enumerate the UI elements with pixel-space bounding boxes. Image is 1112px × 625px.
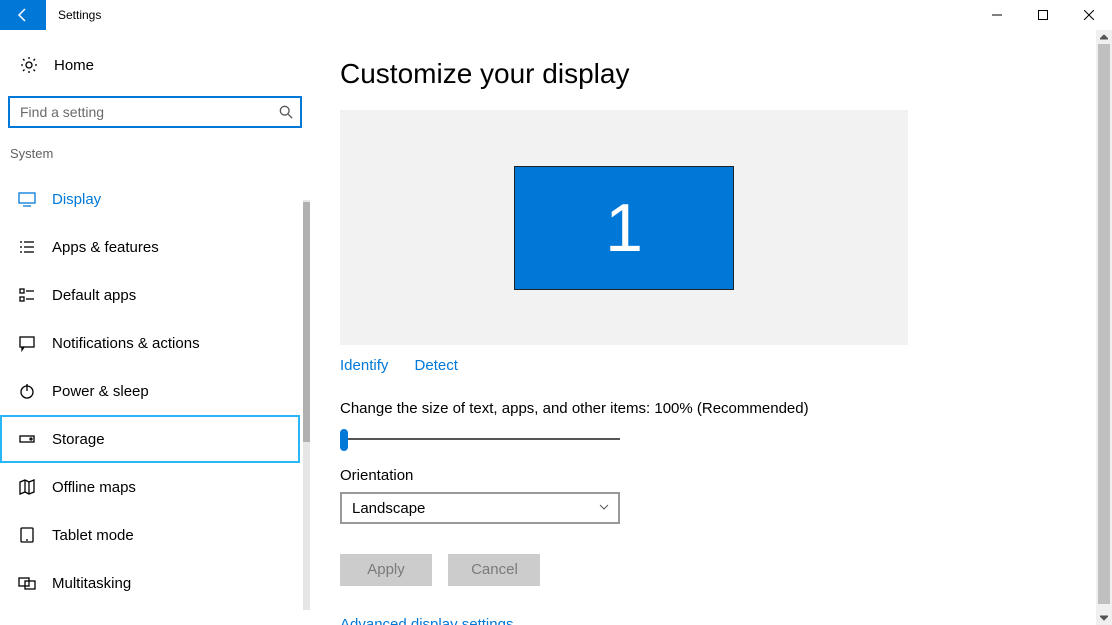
scale-label: Change the size of text, apps, and other… <box>340 400 1050 417</box>
sidebar: Home System Display Apps & <box>0 30 310 625</box>
maximize-button[interactable] <box>1020 0 1066 30</box>
titlebar-drag-region <box>101 0 974 30</box>
power-icon <box>16 382 38 400</box>
message-icon <box>16 334 38 352</box>
identify-link[interactable]: Identify <box>340 357 388 374</box>
back-button[interactable] <box>0 0 46 30</box>
list-icon <box>16 238 38 256</box>
nav-item-notifications[interactable]: Notifications & actions <box>0 319 300 367</box>
orientation-value: Landscape <box>352 500 598 517</box>
gear-icon <box>18 56 40 74</box>
tablet-icon <box>16 526 38 544</box>
close-button[interactable] <box>1066 0 1112 30</box>
content-scrollbar[interactable] <box>1096 30 1112 625</box>
nav-label: Apps & features <box>52 239 159 256</box>
nav-item-display[interactable]: Display <box>0 175 300 223</box>
orientation-dropdown[interactable]: Landscape <box>340 492 620 524</box>
home-button[interactable]: Home <box>0 48 310 82</box>
sidebar-scrollbar[interactable] <box>303 200 310 610</box>
chevron-down-icon <box>598 500 610 517</box>
storage-icon <box>16 430 38 448</box>
slider-thumb[interactable] <box>340 429 348 451</box>
home-label: Home <box>54 57 94 74</box>
scroll-down-icon[interactable] <box>1096 611 1112 625</box>
page-title: Customize your display <box>340 58 1050 90</box>
nav-label: Offline maps <box>52 479 136 496</box>
nav-label: Tablet mode <box>52 527 134 544</box>
nav-item-multitasking[interactable]: Multitasking <box>0 559 300 607</box>
defaults-icon <box>16 286 38 304</box>
display-preview[interactable]: 1 <box>340 110 908 345</box>
main-content: Customize your display 1 Identify Detect… <box>310 30 1050 625</box>
search-field[interactable] <box>10 104 272 120</box>
cancel-button[interactable]: Cancel <box>448 554 540 586</box>
display-icon <box>16 190 38 208</box>
content-scroll-thumb[interactable] <box>1098 44 1110 604</box>
nav-label: Power & sleep <box>52 383 149 400</box>
map-icon <box>16 478 38 496</box>
advanced-display-link[interactable]: Advanced display settings <box>340 616 1050 625</box>
sidebar-scroll-thumb[interactable] <box>303 202 310 442</box>
category-heading: System <box>10 146 310 161</box>
nav-label: Storage <box>52 431 105 448</box>
nav-item-tablet-mode[interactable]: Tablet mode <box>0 511 300 559</box>
nav-item-apps[interactable]: Apps & features <box>0 223 300 271</box>
nav-label: Multitasking <box>52 575 131 592</box>
monitor-tile-1[interactable]: 1 <box>514 166 734 290</box>
nav-label: Default apps <box>52 287 136 304</box>
nav-label: Display <box>52 191 101 208</box>
nav-item-power[interactable]: Power & sleep <box>0 367 300 415</box>
nav-item-default-apps[interactable]: Default apps <box>0 271 300 319</box>
search-icon <box>272 105 300 119</box>
nav-item-offline-maps[interactable]: Offline maps <box>0 463 300 511</box>
window-title: Settings <box>46 8 101 22</box>
slider-track <box>340 438 620 440</box>
nav-label: Notifications & actions <box>52 335 200 352</box>
monitor-number: 1 <box>605 189 643 267</box>
nav-item-storage[interactable]: Storage <box>0 415 300 463</box>
detect-link[interactable]: Detect <box>415 357 458 374</box>
apply-button[interactable]: Apply <box>340 554 432 586</box>
multitask-icon <box>16 574 38 592</box>
scale-slider[interactable] <box>340 429 620 449</box>
orientation-label: Orientation <box>340 467 1050 484</box>
minimize-button[interactable] <box>974 0 1020 30</box>
nav-list: Display Apps & features Default apps Not… <box>0 175 300 607</box>
scroll-up-icon[interactable] <box>1096 30 1112 44</box>
search-wrap <box>8 96 302 128</box>
search-input[interactable] <box>8 96 302 128</box>
